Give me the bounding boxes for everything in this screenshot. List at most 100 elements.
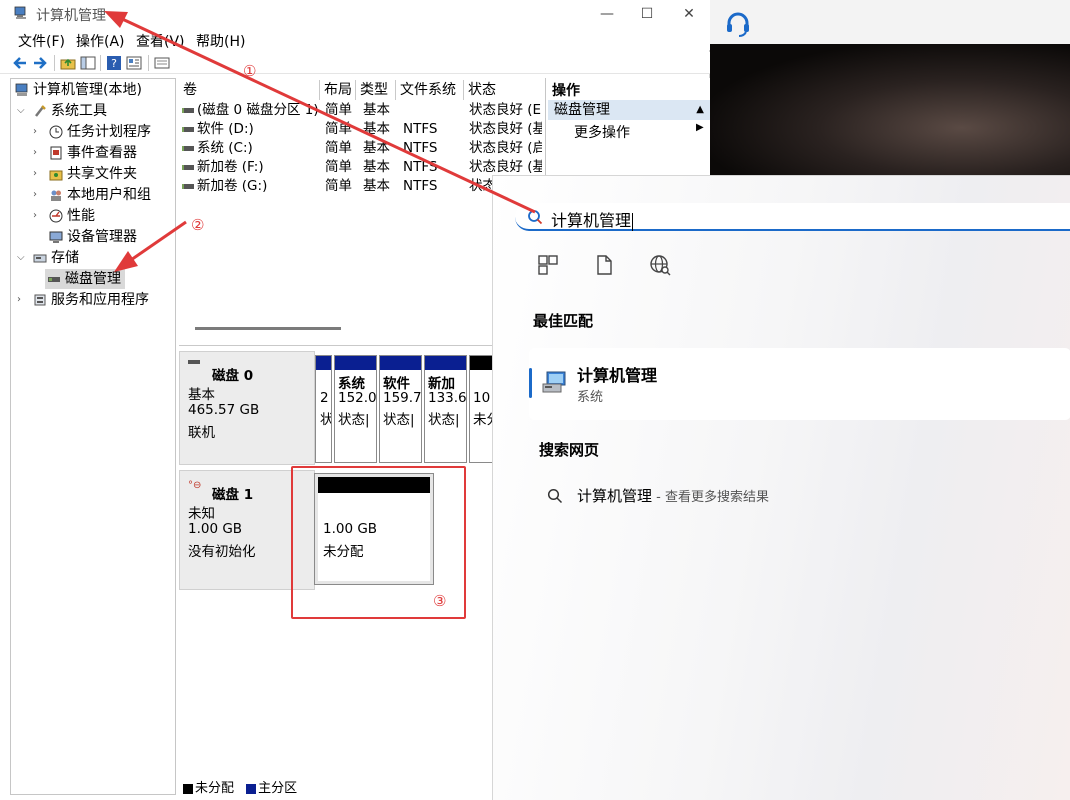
- tree-item-task-scheduler[interactable]: › 任务计划程序: [33, 122, 173, 142]
- computer-management-icon: [14, 6, 26, 19]
- title-bar[interactable]: 计算机管理 — ☐ ✕: [0, 0, 710, 28]
- partition-size: 10: [473, 390, 491, 406]
- drive-icon: [182, 107, 194, 113]
- partition-bar: [335, 356, 376, 370]
- tree-item-system-tools[interactable]: ⌵ 系统工具: [17, 101, 173, 121]
- horizontal-scrollbar[interactable]: [195, 327, 341, 330]
- desktop-background-strip: [710, 0, 1070, 44]
- disk-uninitialized-icon: °⊖: [188, 480, 202, 491]
- chevron-right-icon[interactable]: ›: [33, 206, 45, 226]
- menu-view[interactable]: 查看(V): [136, 31, 185, 51]
- tree-item-storage[interactable]: ⌵ 存储: [17, 248, 173, 268]
- layout-cell: 简单: [325, 140, 352, 156]
- tree-item-device-manager[interactable]: 设备管理器: [33, 227, 173, 247]
- apps-filter-icon[interactable]: [537, 254, 559, 276]
- partition-size: 159.7: [383, 390, 422, 406]
- desktop-wallpaper: [710, 44, 1070, 184]
- tree-item-label: 设备管理器: [67, 229, 137, 245]
- web-search-result[interactable]: 计算机管理 - 查看更多搜索结果: [529, 482, 1070, 510]
- menu-help[interactable]: 帮助(H): [196, 31, 245, 51]
- back-arrow-icon[interactable]: [12, 55, 28, 71]
- partition-status: 未分: [473, 412, 492, 428]
- drive-icon: [182, 164, 194, 170]
- maximize-button[interactable]: ☐: [632, 4, 662, 24]
- partition-block-new-volume[interactable]: 新加 133.6 状态|: [424, 355, 467, 463]
- up-folder-icon[interactable]: [60, 55, 76, 71]
- column-header-status[interactable]: 状态: [464, 80, 542, 100]
- chevron-down-icon[interactable]: ⌵: [17, 101, 29, 121]
- volume-cell: 软件 (D:): [182, 120, 320, 139]
- toolbar-separator: [100, 55, 101, 71]
- table-row[interactable]: 新加卷 (F:) 简单 基本 NTFS 状态良好 (基: [179, 158, 542, 177]
- disk-name: 磁盘 1: [212, 487, 254, 503]
- table-row[interactable]: 新加卷 (G:) 简单 基本 NTFS 状态: [179, 177, 542, 196]
- tools-icon: [35, 105, 46, 117]
- toolbar-separator: [54, 55, 55, 71]
- tree-item-performance[interactable]: › 性能: [33, 206, 173, 226]
- column-header-type[interactable]: 类型: [356, 80, 396, 100]
- web-search-hint: - 查看更多搜索结果: [652, 490, 769, 505]
- partition-block-unallocated[interactable]: 10 未分: [469, 355, 492, 463]
- filesystem-cell: NTFS: [403, 159, 438, 175]
- text-caret: [632, 212, 634, 231]
- partition-size: 2: [320, 390, 329, 406]
- chevron-right-icon[interactable]: ›: [33, 185, 45, 205]
- best-match-type: 系统: [577, 390, 604, 405]
- tree-item-label: 系统工具: [51, 103, 107, 119]
- disk-0-label[interactable]: 磁盘 0 基本 465.57 GB 联机: [179, 351, 315, 465]
- search-input[interactable]: 计算机管理: [515, 203, 1070, 231]
- tree-item-disk-management[interactable]: 磁盘管理: [45, 269, 125, 289]
- column-header-volume[interactable]: 卷: [179, 80, 320, 100]
- status-cell: 状态良好 (E: [469, 102, 542, 118]
- table-row[interactable]: (磁盘 0 磁盘分区 1) 简单 基本 状态良好 (E: [179, 101, 542, 120]
- chevron-right-icon[interactable]: ›: [17, 290, 29, 310]
- actions-pane: 操作 磁盘管理 ▲ 更多操作 ▶: [545, 78, 710, 178]
- window-title: 计算机管理: [36, 8, 106, 24]
- best-match-name: 计算机管理: [577, 366, 658, 385]
- search-icon: [528, 210, 543, 225]
- column-header-layout[interactable]: 布局: [320, 80, 356, 100]
- close-button[interactable]: ✕: [674, 4, 704, 24]
- tree-item-event-viewer[interactable]: › 事件查看器: [33, 143, 173, 163]
- tree-item-label: 本地用户和组: [67, 187, 151, 203]
- headset-icon[interactable]: [724, 10, 752, 38]
- type-cell: 基本: [363, 140, 390, 156]
- tree-item-label: 事件查看器: [67, 145, 137, 161]
- partition-block-system[interactable]: 系统 152.0 状态|: [334, 355, 377, 463]
- disk-management-icon: [48, 277, 60, 282]
- table-row[interactable]: 系统 (C:) 简单 基本 NTFS 状态良好 (启: [179, 139, 542, 158]
- properties-icon[interactable]: [126, 55, 142, 71]
- tree-item-root[interactable]: 计算机管理(本地): [13, 80, 173, 100]
- web-filter-icon[interactable]: [649, 254, 671, 276]
- tree-item-label: 磁盘管理: [65, 271, 121, 287]
- menu-action[interactable]: 操作(A): [76, 31, 125, 51]
- layout-cell: 简单: [325, 102, 352, 118]
- svg-text:?: ?: [111, 57, 117, 70]
- menu-file[interactable]: 文件(F): [18, 31, 65, 51]
- show-hide-tree-icon[interactable]: [80, 55, 96, 71]
- collapse-arrow-icon[interactable]: ▲: [696, 100, 704, 120]
- partition-block[interactable]: 2 状: [315, 355, 332, 463]
- filesystem-cell: NTFS: [403, 121, 438, 137]
- actions-section-disk-management[interactable]: 磁盘管理 ▲: [548, 100, 710, 120]
- type-cell: 基本: [363, 178, 390, 194]
- minimize-button[interactable]: —: [592, 4, 622, 24]
- tree-item-shared-folders[interactable]: › 共享文件夹: [33, 164, 173, 184]
- column-header-filesystem[interactable]: 文件系统: [396, 80, 464, 100]
- legend-unallocated: 未分配: [195, 781, 235, 796]
- more-actions-item[interactable]: 更多操作 ▶: [574, 122, 704, 142]
- table-row[interactable]: 软件 (D:) 简单 基本 NTFS 状态良好 (基: [179, 120, 542, 139]
- help-icon[interactable]: ?: [106, 55, 122, 71]
- disk-status: 联机: [188, 425, 215, 441]
- partition-block-software[interactable]: 软件 159.7 状态|: [379, 355, 422, 463]
- tree-item-services-apps[interactable]: › 服务和应用程序: [17, 290, 173, 310]
- chevron-right-icon[interactable]: ›: [33, 122, 45, 142]
- chevron-right-icon[interactable]: ›: [33, 164, 45, 184]
- console-icon[interactable]: [154, 55, 170, 71]
- documents-filter-icon[interactable]: [593, 254, 615, 276]
- chevron-right-icon[interactable]: ›: [33, 143, 45, 163]
- best-match-result[interactable]: 计算机管理 系统: [529, 348, 1070, 420]
- chevron-down-icon[interactable]: ⌵: [17, 248, 29, 268]
- forward-arrow-icon[interactable]: [32, 55, 48, 71]
- tree-item-local-users[interactable]: › 本地用户和组: [33, 185, 173, 205]
